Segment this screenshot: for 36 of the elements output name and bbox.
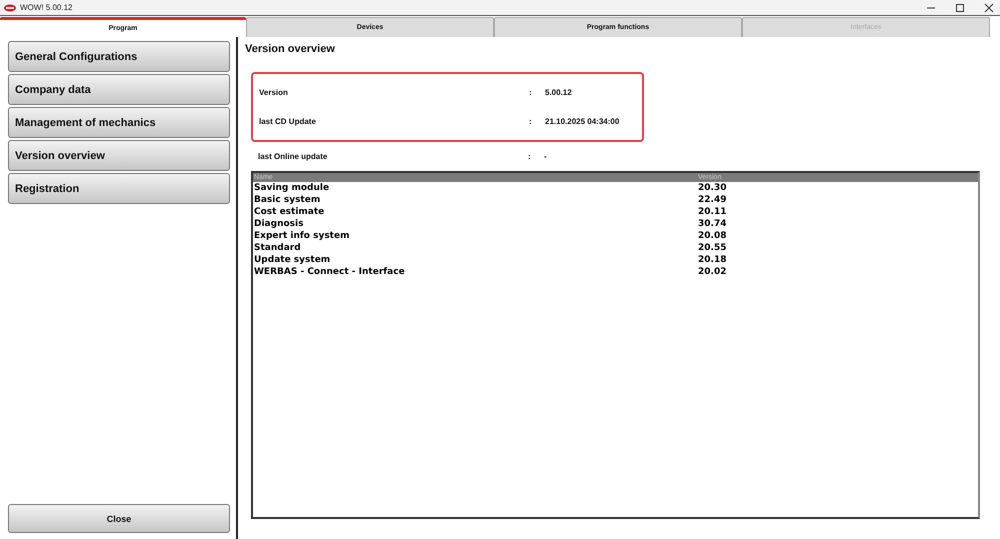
sidebar-button[interactable]: Registration: [8, 173, 230, 204]
table-cell: 20.08: [698, 231, 726, 241]
table-cell: 20.11: [698, 207, 726, 217]
table-cell: 20.55: [698, 243, 726, 253]
table-cell-text: Cost estimate: [253, 207, 326, 217]
page-heading: Version overview: [245, 43, 335, 55]
table-cell: 22.49: [698, 195, 726, 205]
table-cell-text: Basic system: [253, 195, 322, 205]
window-title: WOW! 5.00.12: [20, 3, 72, 12]
info-separator: :: [529, 117, 533, 126]
table-cell: 30.74: [698, 219, 726, 229]
table-cell-text: Update system: [253, 255, 332, 265]
sidebar-button[interactable]: Version overview: [8, 140, 230, 171]
table-cell-text: Expert info system: [253, 231, 350, 241]
info-value: 5.00.12: [545, 88, 572, 97]
table-cell-text: Standard: [253, 243, 302, 253]
table-cell: 20.02: [698, 267, 726, 277]
info-label: last CD Update: [259, 117, 317, 126]
info-separator: :: [529, 88, 533, 97]
info-value: 21.10.2025 04:34:00: [545, 117, 620, 126]
table-cell-text: Saving module: [253, 183, 330, 193]
app-logo-icon: [4, 4, 16, 12]
sidebar-button[interactable]: Management of mechanics: [8, 107, 230, 138]
table-cell: 20.18: [698, 255, 726, 265]
sidebar-button[interactable]: General Configurations: [8, 41, 230, 72]
info-label: Version: [259, 88, 289, 97]
table-cell: 20.30: [698, 183, 726, 193]
maximize-icon[interactable]: [955, 2, 965, 12]
info-value: -: [544, 152, 547, 160]
table-cell-text: Diagnosis: [253, 219, 304, 229]
info-separator: :: [528, 152, 532, 160]
sidebar-button[interactable]: Company data: [8, 74, 230, 105]
close-icon[interactable]: [984, 2, 994, 12]
close-button[interactable]: Close: [8, 504, 230, 533]
table-cell-text: WERBAS - Connect - Interface: [253, 267, 406, 277]
info-label: last Online update: [258, 152, 328, 160]
